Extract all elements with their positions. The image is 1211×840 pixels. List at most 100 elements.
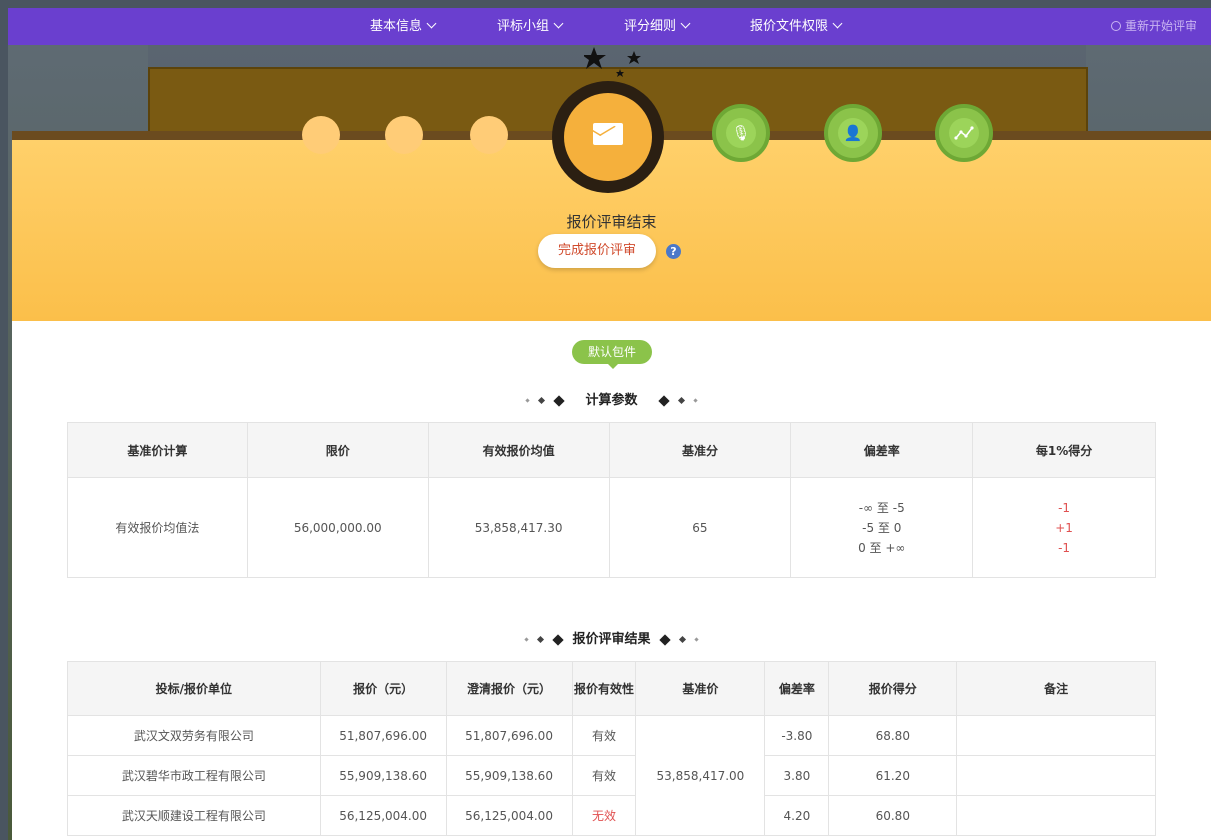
chevron-down-icon — [426, 18, 437, 29]
nav-basic-info[interactable]: 基本信息 — [370, 8, 437, 45]
deviation-range: 0 至 +∞ — [858, 540, 906, 555]
step-dot-1 — [302, 116, 340, 154]
results-header: 偏差率 — [764, 661, 830, 716]
nav-label: 基本信息 — [370, 19, 423, 34]
table-row: 武汉天顺建设工程有限公司 56,125,004.00 56,125,004.00… — [67, 795, 1156, 836]
quote-price: 55,909,138.60 — [319, 755, 447, 796]
restart-icon — [1110, 21, 1121, 31]
params-header: 基准分 — [608, 422, 792, 478]
clarified-price: 55,909,138.60 — [445, 755, 573, 796]
nav-label: 评标小组 — [497, 19, 550, 34]
envelope-shape — [593, 123, 623, 145]
step-trend[interactable] — [935, 104, 993, 162]
base-score: 65 — [608, 477, 792, 578]
diamond-icon — [693, 398, 698, 403]
stars-icon — [584, 47, 641, 77]
table-row: 武汉文双劳务有限公司 51,807,696.00 51,807,696.00 有… — [67, 715, 1156, 836]
results-header: 基准价 — [635, 661, 766, 716]
params-title: 计算参数 — [585, 393, 638, 408]
validity: 有效 — [571, 715, 637, 756]
chevron-down-icon — [832, 18, 843, 29]
params-table: 基准价计算 限价 有效报价均值 基准分 偏差率 每1%得分 有效报价均值法 56… — [67, 422, 1156, 578]
diamond-icon — [659, 633, 671, 646]
step-user[interactable]: 👤 — [824, 104, 882, 162]
clarified-price: 51,807,696.00 — [445, 715, 573, 756]
clarified-price: 56,125,004.00 — [445, 795, 573, 836]
restart-review-button[interactable]: 重新开始评审 — [1110, 8, 1197, 45]
params-header: 限价 — [246, 422, 429, 478]
deviation-rate: 4.20 — [764, 795, 830, 836]
results-header: 备注 — [956, 661, 1156, 716]
nav-label: 评分细则 — [624, 19, 677, 34]
trend-line-icon — [954, 126, 974, 140]
params-header: 每1%得分 — [972, 422, 1156, 478]
deviation-range: -∞ 至 -5 — [858, 500, 905, 515]
results-header: 报价得分 — [828, 661, 958, 716]
params-header: 有效报价均值 — [427, 422, 610, 478]
results-title: 报价评审结果 — [572, 632, 651, 647]
review-card: 🎙 👤 报价评审结束 完成报价评审 ? 默认包件 计算参数 基准价计算 限价 有… — [12, 47, 1211, 840]
nav-scoring-rules[interactable]: 评分细则 — [624, 8, 691, 45]
nav-review-team[interactable]: 评标小组 — [497, 8, 564, 45]
complete-quote-review-button[interactable]: 完成报价评审 — [538, 234, 656, 268]
base-price: 53,858,417.00 — [635, 715, 766, 836]
valid-quote-average: 53,858,417.30 — [427, 477, 610, 578]
step-dot-2 — [385, 116, 423, 154]
diamond-icon — [677, 396, 686, 405]
results-header: 报价有效性 — [571, 661, 637, 716]
bidder-name: 武汉文双劳务有限公司 — [67, 715, 321, 756]
bidder-name: 武汉天顺建设工程有限公司 — [67, 795, 321, 836]
score-per-percent: -1 — [1058, 500, 1071, 515]
diamond-icon — [525, 398, 530, 403]
params-header-row: 基准价计算 限价 有效报价均值 基准分 偏差率 每1%得分 — [67, 422, 1156, 478]
chevron-down-icon — [553, 18, 564, 29]
package-tag[interactable]: 默认包件 — [572, 340, 652, 369]
limit-price: 56,000,000.00 — [246, 477, 429, 578]
deviation-ranges: -∞ 至 -5 -5 至 0 0 至 +∞ — [790, 477, 974, 578]
scores-per-percent: -1 +1 -1 — [972, 477, 1156, 578]
chevron-down-icon — [680, 18, 691, 29]
params-header: 基准价计算 — [67, 422, 248, 478]
params-row: 有效报价均值法 56,000,000.00 53,858,417.30 65 -… — [67, 477, 1156, 578]
validity: 有效 — [571, 755, 637, 796]
restart-label: 重新开始评审 — [1124, 19, 1197, 33]
quote-price: 51,807,696.00 — [319, 715, 447, 756]
deviation-rate: -3.80 — [764, 715, 830, 756]
microphone-icon: 🎙 — [731, 124, 751, 142]
diamond-icon — [658, 394, 670, 407]
quote-price: 56,125,004.00 — [319, 795, 447, 836]
step-dot-3 — [470, 116, 508, 154]
nav-label: 报价文件权限 — [750, 19, 829, 34]
top-nav: 基本信息 评标小组 评分细则 报价文件权限 重新开始评审 — [8, 8, 1211, 45]
diamond-icon — [553, 394, 565, 407]
results-table: 投标/报价单位 报价（元） 澄清报价（元） 报价有效性 基准价 偏差率 报价得分… — [67, 661, 1156, 836]
user-icon: 👤 — [843, 124, 863, 142]
diamond-icon — [552, 633, 564, 646]
nav-quote-file-permissions[interactable]: 报价文件权限 — [750, 8, 843, 45]
diamond-icon — [537, 396, 545, 405]
params-section-title: 计算参数 — [12, 389, 1211, 408]
bidder-name: 武汉碧华市政工程有限公司 — [67, 755, 321, 796]
help-icon[interactable]: ? — [666, 244, 681, 259]
results-header: 澄清报价（元） — [445, 661, 573, 716]
diamond-icon — [694, 637, 699, 642]
results-header-row: 投标/报价单位 报价（元） 澄清报价（元） 报价有效性 基准价 偏差率 报价得分… — [67, 661, 1156, 716]
note — [956, 755, 1156, 796]
results-section-title: 报价评审结果 — [12, 628, 1211, 647]
diamond-icon — [678, 635, 687, 644]
step-microphone[interactable]: 🎙 — [712, 104, 770, 162]
deviation-range: -5 至 0 — [862, 520, 902, 535]
diamond-icon — [524, 637, 529, 642]
current-step-envelope[interactable] — [552, 81, 664, 193]
score-per-percent: +1 — [1055, 520, 1073, 535]
deviation-rate: 3.80 — [764, 755, 830, 796]
note — [956, 715, 1156, 756]
base-price-method: 有效报价均值法 — [67, 477, 248, 578]
quote-score: 68.80 — [828, 715, 958, 756]
quote-score: 61.20 — [828, 755, 958, 796]
validity: 无效 — [571, 795, 637, 836]
table-row: 武汉碧华市政工程有限公司 55,909,138.60 55,909,138.60… — [67, 755, 1156, 796]
score-per-percent: -1 — [1058, 540, 1071, 555]
params-header: 偏差率 — [790, 422, 974, 478]
note — [956, 795, 1156, 836]
